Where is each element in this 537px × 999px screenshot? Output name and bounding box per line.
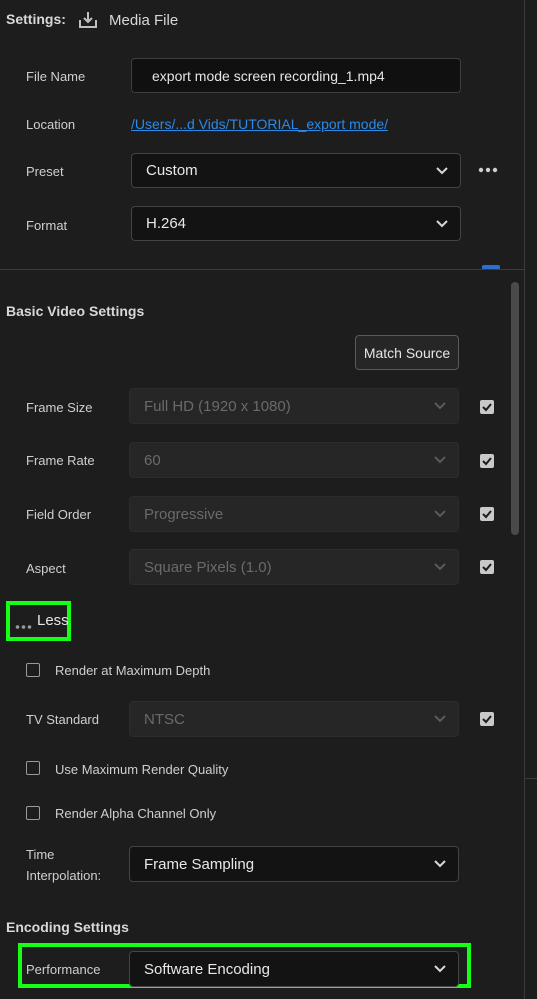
- side-divider: [524, 778, 537, 779]
- frame-size-checkbox[interactable]: [480, 400, 494, 414]
- frame-size-value: Full HD (1920 x 1080): [144, 397, 291, 415]
- chevron-down-icon: [436, 219, 448, 228]
- chevron-down-icon: [434, 456, 446, 464]
- preset-label: Preset: [26, 164, 64, 179]
- max-render-quality-label: Use Maximum Render Quality: [55, 762, 229, 777]
- frame-rate-value: 60: [144, 451, 161, 469]
- chevron-down-icon: [436, 166, 448, 175]
- aspect-dropdown[interactable]: Square Pixels (1.0): [129, 549, 459, 585]
- format-label: Format: [26, 218, 68, 233]
- frame-size-label: Frame Size: [26, 400, 93, 415]
- aspect-label: Aspect: [26, 561, 66, 576]
- section-divider: [0, 269, 524, 270]
- location-label: Location: [26, 117, 76, 132]
- render-max-depth-label: Render at Maximum Depth: [55, 663, 211, 678]
- output-settings-section: Settings: Media File File Name export mo…: [0, 0, 524, 269]
- frame-size-dropdown[interactable]: Full HD (1920 x 1080): [129, 388, 459, 424]
- panel-divider: [524, 0, 525, 999]
- download-icon[interactable]: [78, 10, 98, 30]
- field-order-label: Field Order: [26, 507, 92, 522]
- field-order-checkbox[interactable]: [480, 507, 494, 521]
- more-options-icon[interactable]: [478, 163, 498, 177]
- scrollbar-thumb[interactable]: [511, 282, 519, 535]
- tv-standard-dropdown[interactable]: NTSC: [129, 701, 459, 737]
- location-link[interactable]: /Users/...d Vids/TUTORIAL_export mode/: [131, 116, 388, 132]
- chevron-down-icon: [434, 715, 446, 723]
- match-source-button[interactable]: Match Source: [355, 335, 459, 370]
- performance-dropdown[interactable]: Software Encoding: [129, 951, 459, 987]
- chevron-down-icon: [434, 563, 446, 571]
- tv-standard-checkbox[interactable]: [480, 712, 494, 726]
- time-interp-value: Frame Sampling: [144, 855, 255, 873]
- less-toggle[interactable]: Less: [37, 612, 69, 629]
- encoding-heading: Encoding Settings: [6, 919, 129, 935]
- file-name-input[interactable]: export mode screen recording_1.mp4: [131, 58, 461, 93]
- chevron-down-icon: [434, 860, 446, 868]
- frame-rate-dropdown[interactable]: 60: [129, 442, 459, 478]
- time-interp-dropdown[interactable]: Frame Sampling: [129, 846, 459, 882]
- field-order-dropdown[interactable]: Progressive: [129, 496, 459, 532]
- preset-value: Custom: [146, 162, 198, 179]
- chevron-down-icon: [434, 510, 446, 518]
- file-name-label: File Name: [26, 69, 86, 84]
- preset-dropdown[interactable]: Custom: [131, 153, 461, 188]
- performance-value: Software Encoding: [144, 960, 270, 978]
- chevron-down-icon: [434, 965, 446, 973]
- render-alpha-checkbox[interactable]: [26, 806, 40, 820]
- ellipsis-icon[interactable]: [15, 617, 33, 629]
- frame-rate-checkbox[interactable]: [480, 454, 494, 468]
- render-alpha-label: Render Alpha Channel Only: [55, 806, 217, 821]
- settings-title: Settings:: [6, 11, 66, 27]
- output-type-label[interactable]: Media File: [109, 12, 178, 29]
- chevron-down-icon: [434, 402, 446, 410]
- time-interp-label-line2: Interpolation:: [26, 868, 102, 883]
- tv-standard-value: NTSC: [144, 710, 185, 728]
- aspect-checkbox[interactable]: [480, 560, 494, 574]
- basic-video-heading: Basic Video Settings: [6, 303, 145, 319]
- file-name-value: export mode screen recording_1.mp4: [152, 67, 385, 84]
- format-dropdown[interactable]: H.264: [131, 206, 461, 241]
- tv-standard-label: TV Standard: [26, 712, 99, 727]
- render-max-depth-checkbox[interactable]: [26, 663, 40, 677]
- max-render-quality-checkbox[interactable]: [26, 761, 40, 775]
- format-value: H.264: [146, 215, 187, 232]
- frame-rate-label: Frame Rate: [26, 453, 95, 468]
- field-order-value: Progressive: [144, 505, 224, 523]
- performance-label: Performance: [26, 962, 101, 977]
- time-interp-label-line1: Time: [26, 847, 55, 862]
- aspect-value: Square Pixels (1.0): [144, 558, 272, 576]
